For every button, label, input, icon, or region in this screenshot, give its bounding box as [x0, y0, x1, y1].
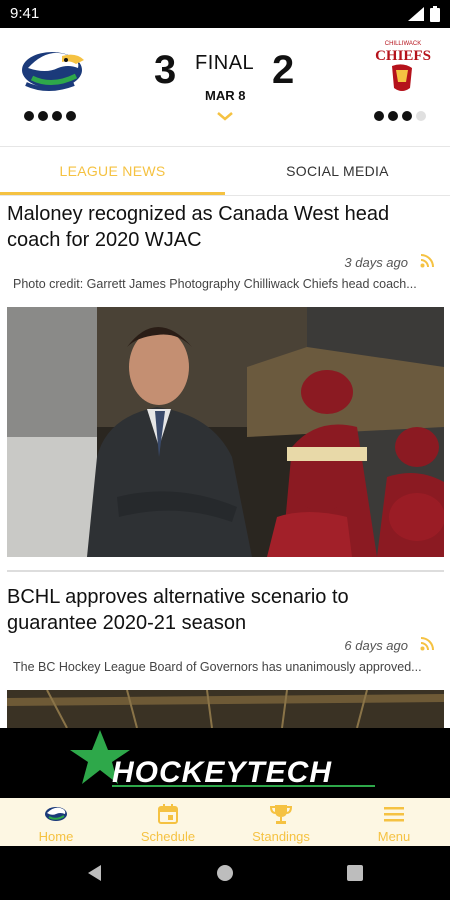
game-status: FINAL — [195, 52, 255, 74]
rss-icon[interactable] — [420, 637, 434, 651]
nav-label: Schedule — [140, 829, 196, 844]
bottom-nav: Home Schedule Standings Menu — [0, 798, 450, 846]
nav-home[interactable]: Home — [0, 798, 112, 846]
news-tabs: LEAGUE NEWS SOCIAL MEDIA — [0, 146, 450, 196]
away-score: 2 — [272, 48, 295, 92]
nav-standings[interactable]: Standings — [225, 798, 337, 846]
arena-photo-image — [7, 690, 444, 728]
signal-icon — [408, 7, 424, 21]
ad-banner[interactable]: HOCKEYTECH — [0, 728, 450, 798]
article-summary: The BC Hockey League Board of Governors … — [13, 660, 422, 674]
home-circle-icon[interactable] — [216, 864, 234, 882]
chiefs-logo-text: CHIEFS — [375, 48, 431, 64]
tab-label: SOCIAL MEDIA — [286, 163, 389, 179]
article-time: 6 days ago — [344, 638, 408, 653]
chevron-down-icon[interactable] — [215, 110, 235, 122]
tab-league-news[interactable]: LEAGUE NEWS — [0, 147, 225, 195]
game-scoreboard[interactable]: 3 FINAL MAR 8 2 CHILLIWACK CHIEFS — [0, 28, 450, 146]
hockeytech-logo: HOCKEYTECH — [70, 730, 375, 789]
hockeytech-text: HOCKEYTECH — [112, 756, 332, 789]
article-time: 3 days ago — [344, 255, 408, 270]
away-shots-dots — [374, 111, 426, 121]
article-title[interactable]: Maloney recognized as Canada West head c… — [7, 201, 443, 253]
tab-label: LEAGUE NEWS — [59, 163, 166, 179]
nav-label: Standings — [252, 829, 310, 844]
article-divider — [7, 570, 444, 572]
hamburger-icon — [384, 807, 404, 822]
status-time: 9:41 — [10, 5, 40, 22]
tab-indicator — [0, 192, 225, 195]
nav-label: Home — [38, 829, 74, 844]
trophy-icon — [269, 805, 293, 824]
battery-icon — [430, 6, 440, 22]
nav-menu[interactable]: Menu — [338, 798, 450, 846]
eagle-logo-icon — [22, 52, 84, 91]
article-photo[interactable] — [7, 307, 444, 557]
status-bar: 9:41 — [0, 0, 450, 28]
chiefs-logo-subtext: CHILLIWACK — [385, 41, 421, 47]
article-title[interactable]: BCHL approves alternative scenario to gu… — [7, 584, 443, 636]
recents-icon[interactable] — [346, 864, 364, 882]
article-summary: Photo credit: Garrett James Photography … — [13, 277, 417, 291]
nav-schedule[interactable]: Schedule — [112, 798, 224, 846]
calendar-icon — [158, 804, 178, 824]
team-logo-icon — [45, 807, 67, 821]
home-score: 3 — [154, 48, 177, 92]
article-photo[interactable] — [7, 690, 444, 728]
game-date: MAR 8 — [205, 88, 246, 103]
system-nav-bar — [0, 846, 450, 900]
status-icons — [408, 6, 440, 22]
back-icon[interactable] — [86, 864, 104, 882]
chiefs-logo-icon: CHILLIWACK CHIEFS — [375, 41, 431, 91]
home-shots-dots — [24, 111, 76, 121]
coach-photo-image — [7, 307, 444, 557]
tab-social-media[interactable]: SOCIAL MEDIA — [225, 147, 450, 195]
nav-label: Menu — [377, 829, 411, 844]
rss-icon[interactable] — [420, 254, 434, 268]
